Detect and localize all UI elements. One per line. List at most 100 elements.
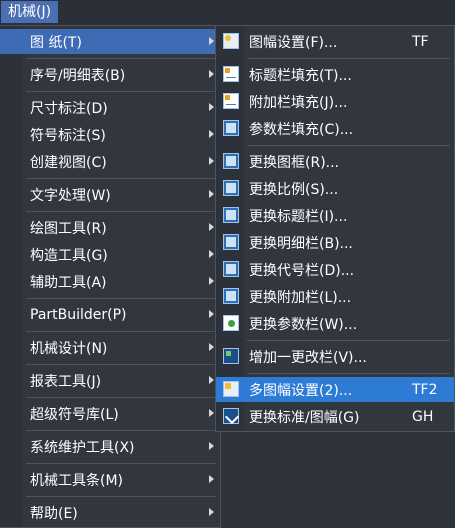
submenu-arrow-icon [209, 277, 214, 285]
drawing-sheet-submenu: 图幅设置(F)... TF 标题栏填充(T)... 附加栏填充(J)... 参数… [215, 25, 455, 432]
menu-item-multi-sheet-settings[interactable]: 多图幅设置(2)... TF2 [216, 377, 454, 402]
menu-item-replace-standard[interactable]: 更换标准/图幅(G) GH [216, 404, 454, 429]
menu-item-label: 更换附加栏(L)... [249, 289, 352, 306]
menu-item-label: 构造工具(G) [30, 247, 108, 264]
menu-separator [26, 496, 216, 497]
submenu-arrow-icon [209, 343, 214, 351]
extra-block-fill-icon [223, 93, 239, 109]
param-block-fill-icon [223, 120, 239, 136]
menu-separator [26, 364, 216, 365]
menu-separator [26, 178, 216, 179]
menu-item-label: 更换比例(S)... [249, 181, 339, 198]
menu-item-label: 标题栏填充(T)... [249, 67, 352, 84]
menu-item-label: 更换图框(R)... [249, 154, 340, 171]
sheet-settings-icon [223, 33, 239, 49]
menu-item-label: 超级符号库(L) [30, 406, 119, 423]
menu-item-replace-frame[interactable]: 更换图框(R)... [216, 149, 454, 174]
menu-item-replace-extra-block[interactable]: 更换附加栏(L)... [216, 284, 454, 309]
submenu-arrow-icon [209, 70, 214, 78]
menu-item-replace-param-block[interactable]: 更换参数栏(W)... [216, 311, 454, 336]
submenu-arrow-icon [209, 376, 214, 384]
menu-item-aux-tools[interactable]: 辅助工具(A) [0, 269, 220, 294]
replace-title-block-icon [223, 207, 239, 223]
menu-separator [26, 463, 216, 464]
menubar-item-mechanical[interactable]: 机械(J) [1, 1, 59, 23]
menu-item-dimension[interactable]: 尺寸标注(D) [0, 95, 220, 120]
menu-separator [247, 58, 450, 59]
title-block-fill-icon [223, 66, 239, 82]
multi-sheet-settings-icon [223, 381, 239, 397]
menu-item-mech-design[interactable]: 机械设计(N) [0, 335, 220, 360]
menu-item-partbuilder[interactable]: PartBuilder(P) [0, 302, 220, 327]
menu-item-replace-bom[interactable]: 更换明细栏(B)... [216, 230, 454, 255]
menu-item-label: 文字处理(W) [30, 187, 111, 204]
menu-item-label: 更换代号栏(D)... [249, 262, 355, 279]
menu-item-label: 图幅设置(F)... [249, 34, 338, 51]
menu-item-label: 增加一更改栏(V)... [249, 349, 367, 366]
menu-item-help[interactable]: 帮助(E) [0, 500, 220, 525]
menu-separator [26, 211, 216, 212]
menu-item-label: 机械设计(N) [30, 340, 108, 357]
menubar: 机械(J) [0, 0, 455, 25]
menu-separator [26, 331, 216, 332]
submenu-arrow-icon [209, 409, 214, 417]
menu-item-label: 绘图工具(R) [30, 220, 107, 237]
menu-separator [26, 58, 216, 59]
menu-separator [26, 91, 216, 92]
menu-separator [247, 340, 450, 341]
menu-item-report-tools[interactable]: 报表工具(J) [0, 368, 220, 393]
menu-item-shortcut: TF [412, 33, 429, 50]
submenu-arrow-icon [209, 37, 214, 45]
submenu-arrow-icon [209, 508, 214, 516]
menu-item-extra-block-fill[interactable]: 附加栏填充(J)... [216, 89, 454, 114]
submenu-arrow-icon [209, 475, 214, 483]
menu-item-mech-toolbar[interactable]: 机械工具条(M) [0, 467, 220, 492]
add-change-block-icon [223, 348, 239, 364]
replace-scale-icon [223, 180, 239, 196]
menu-item-symbol-library[interactable]: 超级符号库(L) [0, 401, 220, 426]
menu-separator [26, 298, 216, 299]
menu-item-replace-title-block[interactable]: 更换标题栏(I)... [216, 203, 454, 228]
submenu-arrow-icon [209, 157, 214, 165]
menu-item-shortcut: TF2 [412, 381, 438, 398]
mechanical-menu: 图 纸(T) 序号/明细表(B) 尺寸标注(D) 符号标注(S) 创建视图(C)… [0, 25, 221, 528]
menu-item-title-block-fill[interactable]: 标题栏填充(T)... [216, 62, 454, 87]
menu-item-sheet-settings[interactable]: 图幅设置(F)... TF [216, 29, 454, 54]
menu-item-label: 机械工具条(M) [30, 472, 124, 489]
menu-item-system-maintenance[interactable]: 系统维护工具(X) [0, 434, 220, 459]
menu-item-draw-tools[interactable]: 绘图工具(R) [0, 215, 220, 240]
menu-item-label: 尺寸标注(D) [30, 100, 108, 117]
menu-item-label: 更换明细栏(B)... [249, 235, 353, 252]
menu-item-bom[interactable]: 序号/明细表(B) [0, 62, 220, 87]
menu-item-label: 帮助(E) [30, 505, 78, 522]
menu-item-create-view[interactable]: 创建视图(C) [0, 149, 220, 174]
menu-item-construct-tools[interactable]: 构造工具(G) [0, 242, 220, 267]
submenu-arrow-icon [209, 250, 214, 258]
menu-item-param-block-fill[interactable]: 参数栏填充(C)... [216, 116, 454, 141]
replace-param-block-icon [223, 315, 239, 331]
menu-item-label: 更换参数栏(W)... [249, 316, 358, 333]
menu-item-label: 创建视图(C) [30, 154, 107, 171]
menu-separator [247, 373, 450, 374]
menu-item-drawing-sheet[interactable]: 图 纸(T) [0, 29, 220, 54]
menu-item-add-change-block[interactable]: 增加一更改栏(V)... [216, 344, 454, 369]
menu-item-label: 辅助工具(A) [30, 274, 107, 291]
replace-extra-block-icon [223, 288, 239, 304]
menu-separator [247, 145, 450, 146]
menu-item-replace-scale[interactable]: 更换比例(S)... [216, 176, 454, 201]
menu-item-shortcut: GH [412, 408, 434, 425]
replace-standard-icon [223, 408, 239, 424]
menu-item-label: 多图幅设置(2)... [249, 382, 353, 399]
menu-item-label: 更换标准/图幅(G) [249, 409, 360, 426]
submenu-arrow-icon [209, 130, 214, 138]
menu-item-symbol[interactable]: 符号标注(S) [0, 122, 220, 147]
menu-item-text[interactable]: 文字处理(W) [0, 182, 220, 207]
menu-separator [26, 430, 216, 431]
menu-item-replace-code-block[interactable]: 更换代号栏(D)... [216, 257, 454, 282]
menu-item-label: PartBuilder(P) [30, 306, 127, 323]
replace-frame-icon [223, 153, 239, 169]
menu-item-label: 系统维护工具(X) [30, 439, 135, 456]
replace-bom-icon [223, 234, 239, 250]
menu-separator [26, 397, 216, 398]
menu-item-label: 图 纸(T) [30, 34, 82, 51]
